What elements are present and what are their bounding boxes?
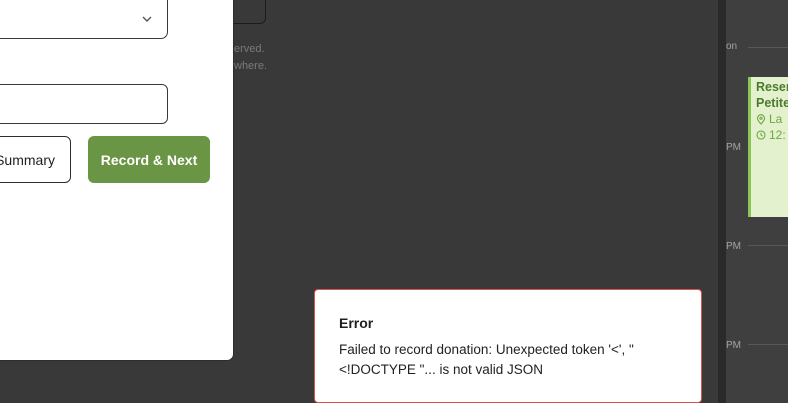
event-title-line2: Petite xyxy=(756,96,788,110)
event-title-line1: Reser xyxy=(756,80,788,94)
record-next-button[interactable]: Record & Next xyxy=(88,136,210,183)
time-label: PM xyxy=(726,340,741,351)
time-label: PM xyxy=(726,241,741,252)
panel-divider xyxy=(718,0,726,403)
hour-line xyxy=(748,344,788,345)
toast-title: Error xyxy=(339,315,374,331)
time-label: PM xyxy=(726,142,741,153)
background-text-line2: where. xyxy=(234,60,268,72)
background-text-line1: erved. xyxy=(234,43,265,55)
dropdown-select[interactable] xyxy=(0,0,168,39)
background-input-fragment xyxy=(234,0,266,24)
calendar-event[interactable]: Reser Petite La 12: xyxy=(748,77,788,217)
record-donation-modal: Summary Record & Next xyxy=(0,0,234,361)
clock-icon xyxy=(756,130,766,140)
event-location: La xyxy=(756,111,788,127)
event-time: 12: xyxy=(756,127,788,143)
hour-line xyxy=(748,245,788,246)
time-label: on xyxy=(726,41,738,52)
toast-message: Failed to record donation: Unexpected to… xyxy=(339,342,634,377)
text-input-field[interactable] xyxy=(0,84,168,124)
hour-line xyxy=(748,47,788,48)
map-pin-icon xyxy=(756,113,766,125)
event-location-text: La xyxy=(769,112,783,126)
chevron-down-icon xyxy=(142,16,152,22)
calendar-panel: on PM PM PM Reser Petite La 12: xyxy=(726,0,788,403)
error-toast[interactable]: Error Failed to record donation: Unexpec… xyxy=(314,289,702,403)
summary-button[interactable]: Summary xyxy=(0,136,71,183)
event-time-text: 12: xyxy=(769,128,786,142)
